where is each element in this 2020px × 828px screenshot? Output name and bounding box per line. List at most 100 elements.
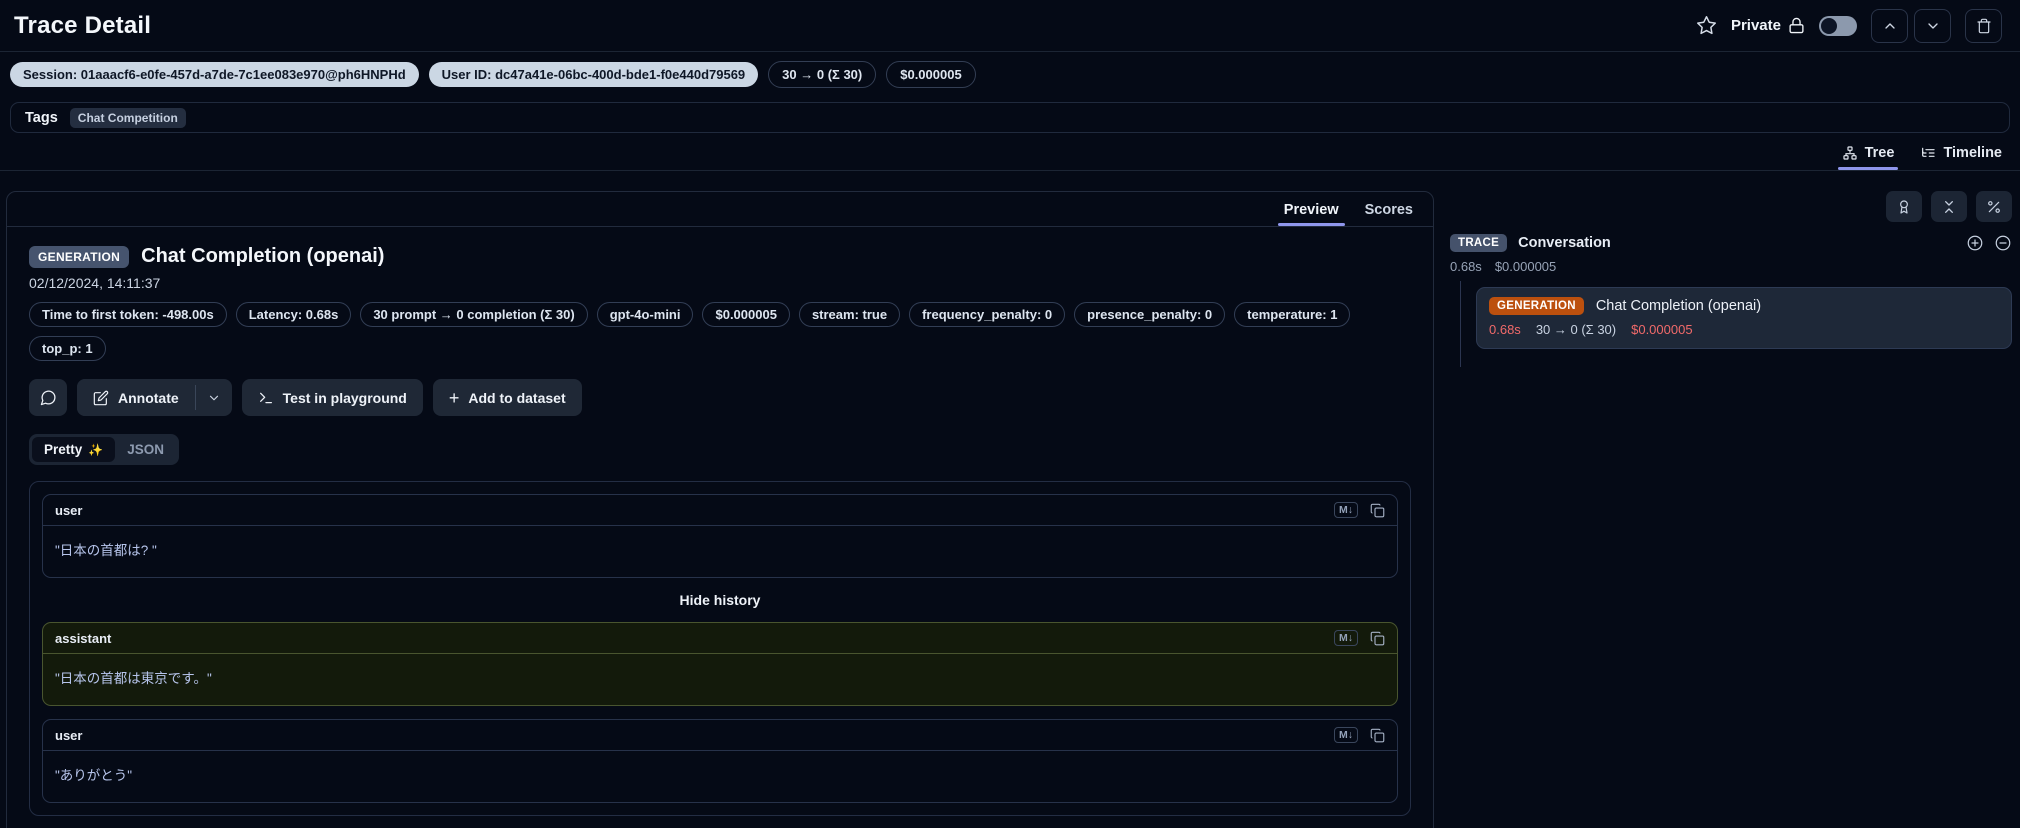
trace-latency: 0.68s [1450, 259, 1482, 274]
chevron-down-icon [209, 395, 218, 400]
observation-type-badge: GENERATION [29, 245, 130, 268]
trace-title: Conversation [1518, 235, 1611, 251]
copy-icon[interactable] [1370, 728, 1385, 743]
message-role: user [55, 502, 83, 518]
trace-meta-row: Session: 01aaacf6-e0fe-457d-a7de-7c1ee08… [0, 52, 2020, 96]
annotate-button[interactable]: Annotate [77, 379, 195, 416]
tree-indent-guide [1460, 281, 1461, 367]
tab-timeline[interactable]: Timeline [1920, 145, 2002, 170]
tab-tree[interactable]: Tree [1837, 145, 1899, 170]
comment-bubble-icon [40, 390, 55, 406]
test-in-playground-button[interactable]: Test in playground [241, 379, 423, 416]
message-content: "日本の首都は東京です。" [55, 671, 212, 686]
user-id-badge[interactable]: User ID: dc47a41e-06bc-400d-bde1-f0e440d… [428, 62, 759, 87]
sparkles-icon: ✨ [88, 442, 104, 457]
metric-pill: $0.000005 [702, 302, 790, 327]
tag-chip[interactable]: Chat Competition [69, 107, 186, 128]
node-latency: 0.68s [1489, 322, 1521, 337]
percent-icon [1988, 200, 2000, 213]
toggle-knob [1821, 17, 1837, 34]
collapse-node-icon[interactable] [1994, 234, 2012, 252]
message-role: user [55, 727, 83, 743]
add-to-dataset-button[interactable]: + Add to dataset [432, 379, 582, 416]
copy-icon[interactable] [1370, 631, 1385, 646]
message-content: "日本の首都は? " [55, 543, 157, 558]
message-user-1: user M↓ "日本の首都は? " [42, 494, 1398, 578]
session-badge[interactable]: Session: 01aaacf6-e0fe-457d-a7de-7c1ee08… [10, 62, 419, 87]
input-messages-container: user M↓ "日本の首都は? " Hide history assistan… [29, 481, 1411, 816]
trace-metrics: 0.68s $0.000005 [1450, 259, 2012, 274]
visibility-status: Private [1731, 17, 1805, 34]
observation-panel: Preview Scores GENERATION Chat Completio… [6, 191, 1434, 828]
add-to-dataset-label: Add to dataset [468, 389, 566, 406]
expand-all-icon[interactable] [1966, 234, 1984, 252]
annotate-dropdown-button[interactable] [196, 379, 232, 416]
plus-icon: + [448, 387, 460, 408]
tags-label: Tags [25, 109, 58, 126]
generation-node-selected[interactable]: GENERATION Chat Completion (openai) 0.68… [1476, 287, 2012, 349]
metric-pill: Latency: 0.68s [235, 302, 352, 327]
pretty-label: Pretty [44, 442, 83, 457]
tab-timeline-label: Timeline [1943, 145, 2002, 161]
collapse-all-button[interactable] [1931, 191, 1967, 222]
tree-hierarchy-icon [1842, 146, 1857, 160]
page-header: Trace Detail Private [0, 0, 2020, 52]
tree-children: GENERATION Chat Completion (openai) 0.68… [1450, 281, 2012, 367]
markdown-toggle-icon[interactable]: M↓ [1334, 727, 1358, 743]
lock-icon [1788, 17, 1805, 34]
markdown-toggle-icon[interactable]: M↓ [1334, 630, 1358, 646]
format-toggle: Pretty ✨ JSON [29, 434, 179, 465]
award-icon [1900, 199, 1908, 214]
trace-tree-panel: TRACE Conversation 0.68s $0.000005 GENER… [1450, 191, 2012, 796]
public-toggle[interactable] [1819, 15, 1857, 36]
comments-button[interactable] [29, 379, 67, 416]
tab-preview[interactable]: Preview [1277, 202, 1345, 226]
content-area: Preview Scores GENERATION Chat Completio… [0, 171, 2020, 828]
metric-pill: frequency_penalty: 0 [909, 302, 1066, 327]
message-content: "ありがとう" [55, 768, 133, 783]
preview-scores-tabs: Preview Scores [7, 192, 1433, 227]
markdown-toggle-icon[interactable]: M↓ [1334, 502, 1358, 518]
node-cost: $0.000005 [1631, 322, 1693, 337]
page-title: Trace Detail [14, 11, 152, 39]
observation-timestamp: 02/12/2024, 14:11:37 [29, 275, 161, 291]
playground-label: Test in playground [282, 389, 407, 406]
metric-pill: 30 prompt → 0 completion (Σ 30) [360, 302, 588, 327]
tab-pretty[interactable]: Pretty ✨ [32, 437, 116, 462]
view-mode-tabs: Tree Timeline [0, 133, 2020, 171]
next-trace-button[interactable] [1914, 8, 1951, 43]
generation-type-badge: GENERATION [1489, 297, 1584, 315]
metric-pill: stream: true [798, 302, 901, 327]
trash-icon [1976, 18, 1991, 33]
bookmark-star-icon[interactable] [1696, 15, 1717, 36]
chevrons-collapse-icon [1945, 200, 1953, 213]
message-user-2: user M↓ "ありがとう" [42, 719, 1398, 803]
hide-history-button[interactable]: Hide history [42, 592, 1398, 608]
delete-trace-button[interactable] [1965, 8, 2002, 43]
trace-root-row[interactable]: TRACE Conversation [1450, 234, 2012, 252]
tab-json[interactable]: JSON [115, 437, 176, 462]
tab-tree-label: Tree [1864, 145, 1895, 161]
toggle-metrics-button[interactable] [1976, 191, 2012, 222]
message-role: assistant [55, 630, 112, 646]
metric-pill: gpt-4o-mini [596, 302, 694, 327]
trace-cost: $0.000005 [1494, 259, 1557, 274]
metric-pills-row: Time to first token: -498.00s Latency: 0… [29, 302, 1369, 361]
annotate-label: Annotate [118, 389, 179, 406]
copy-icon[interactable] [1370, 503, 1385, 518]
message-assistant: assistant M↓ "日本の首都は東京です。" [42, 622, 1398, 706]
metric-pill: top_p: 1 [29, 336, 106, 361]
cost-badge: $0.000005 [886, 61, 976, 88]
tab-scores[interactable]: Scores [1365, 202, 1413, 226]
timeline-list-icon [1922, 147, 1936, 157]
tree-toolbar [1450, 191, 2012, 222]
metric-pill: temperature: 1 [1234, 302, 1351, 327]
terminal-icon [259, 392, 272, 403]
chevron-down-icon [1927, 22, 1938, 29]
generation-node-title: Chat Completion (openai) [1595, 298, 1762, 314]
prev-trace-button[interactable] [1871, 8, 1908, 43]
toggle-scores-button[interactable] [1886, 191, 1922, 222]
observation-title: Chat Completion (openai) [141, 245, 385, 267]
trace-type-badge: TRACE [1450, 234, 1508, 252]
annotate-split-button: Annotate [77, 379, 232, 416]
